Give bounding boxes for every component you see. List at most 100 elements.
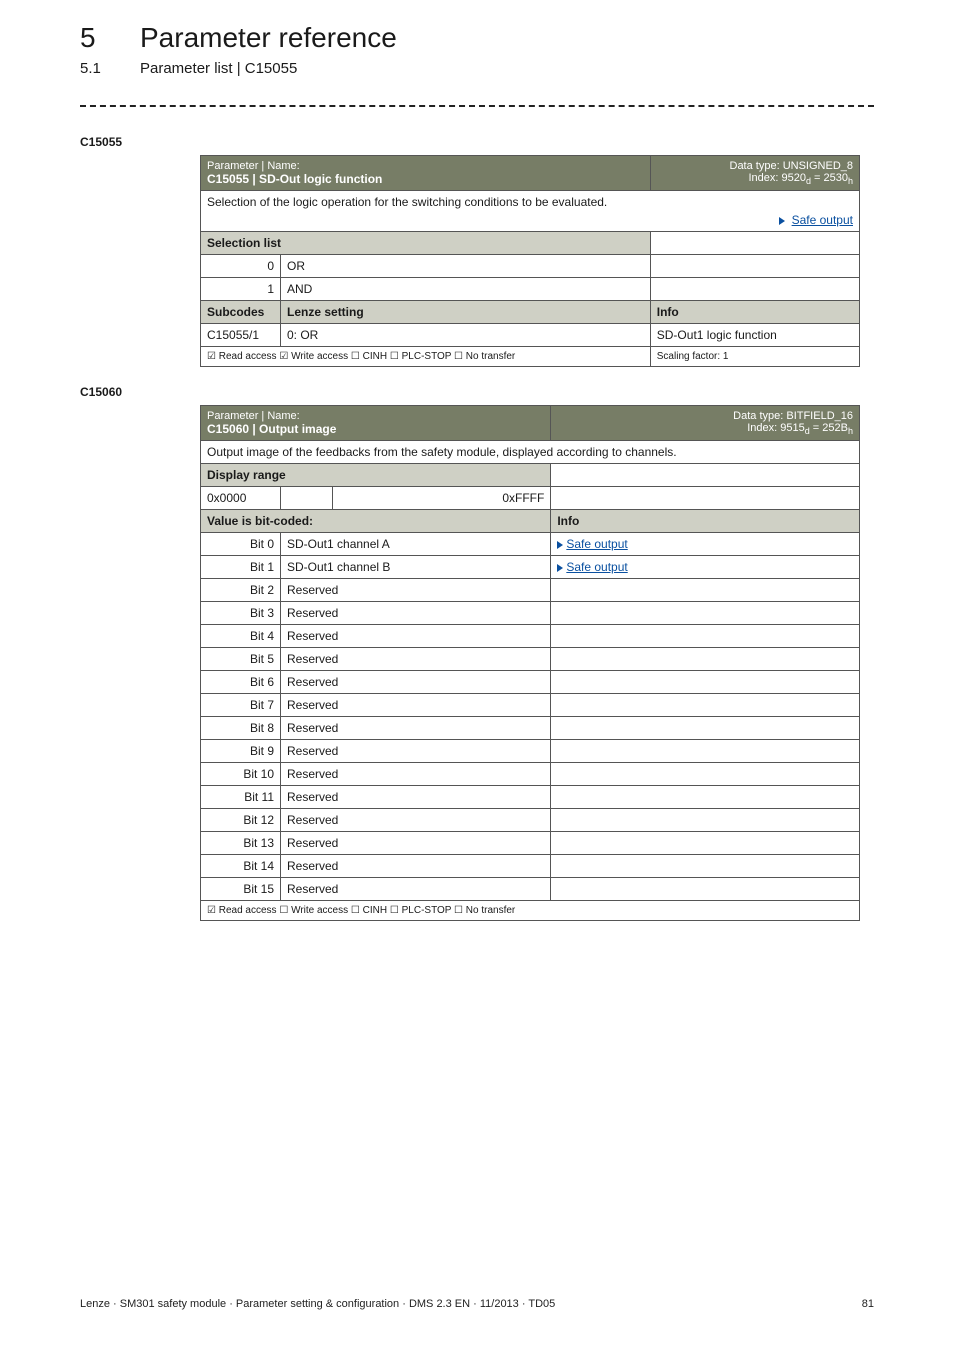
table-row: Bit 14Reserved xyxy=(201,855,860,878)
bit-info: Safe output xyxy=(551,556,860,579)
bit-info xyxy=(551,694,860,717)
sel-num: 0 xyxy=(201,255,281,278)
table-row: Bit 8Reserved xyxy=(201,717,860,740)
safe-output-link[interactable]: Safe output xyxy=(792,213,853,227)
bit-info xyxy=(551,625,860,648)
table-description: Selection of the logic operation for the… xyxy=(201,191,860,232)
bit-desc: SD-Out1 channel B xyxy=(281,556,551,579)
bit-info xyxy=(551,602,860,625)
bit-desc: Reserved xyxy=(281,809,551,832)
index-value: Index: 9520d = 2530h xyxy=(748,172,853,184)
table-row: 0 OR xyxy=(201,255,860,278)
bit-label: Bit 6 xyxy=(201,671,281,694)
bit-desc: Reserved xyxy=(281,579,551,602)
page-footer: Lenze · SM301 safety module · Parameter … xyxy=(0,1298,954,1310)
sel-val: AND xyxy=(281,278,651,301)
subcode: C15055/1 xyxy=(201,324,281,347)
empty-cell xyxy=(551,464,860,487)
range-max: 0xFFFF xyxy=(332,487,551,510)
scaling-factor: Scaling factor: 1 xyxy=(650,347,859,367)
bit-label: Bit 7 xyxy=(201,694,281,717)
bit-desc: Reserved xyxy=(281,855,551,878)
bit-info xyxy=(551,855,860,878)
table-header-left: Parameter | Name: C15055 | SD-Out logic … xyxy=(201,156,651,191)
bit-info xyxy=(551,786,860,809)
table-row: Bit 9Reserved xyxy=(201,740,860,763)
bit-label: Bit 1 xyxy=(201,556,281,579)
empty-cell xyxy=(281,487,333,510)
param-name-value: C15055 | SD-Out logic function xyxy=(207,172,382,186)
empty-cell xyxy=(551,487,860,510)
bit-desc: Reserved xyxy=(281,648,551,671)
subcodes-header: Subcodes xyxy=(201,301,281,324)
table-row: Bit 6Reserved xyxy=(201,671,860,694)
access-flags: ☑ Read access ☑ Write access ☐ CINH ☐ PL… xyxy=(201,347,651,367)
param-heading-c15060: C15060 xyxy=(80,385,874,399)
safe-output-link[interactable]: Safe output xyxy=(566,537,627,551)
bit-desc: Reserved xyxy=(281,602,551,625)
table-row: Bit 13Reserved xyxy=(201,832,860,855)
table-c15060: Parameter | Name: C15060 | Output image … xyxy=(200,405,860,921)
table-description: Output image of the feedbacks from the s… xyxy=(201,441,860,464)
triangle-icon xyxy=(779,217,785,225)
info-header: Info xyxy=(650,301,859,324)
empty-cell xyxy=(650,232,859,255)
triangle-icon xyxy=(557,541,563,549)
table-header-left: Parameter | Name: C15060 | Output image xyxy=(201,406,551,441)
divider-dashed xyxy=(80,105,874,107)
page-subheader: 5.1 Parameter list | C15055 xyxy=(80,54,874,77)
table-row: Bit 12Reserved xyxy=(201,809,860,832)
param-name-label: Parameter | Name: xyxy=(207,410,300,422)
sel-val: OR xyxy=(281,255,651,278)
bit-label: Bit 2 xyxy=(201,579,281,602)
lenze-setting: 0: OR xyxy=(281,324,651,347)
data-type: Data type: BITFIELD_16 xyxy=(733,410,853,422)
table-row: Bit 3Reserved xyxy=(201,602,860,625)
range-min: 0x0000 xyxy=(201,487,281,510)
bit-label: Bit 0 xyxy=(201,533,281,556)
lenze-setting-header: Lenze setting xyxy=(281,301,651,324)
bit-info xyxy=(551,717,860,740)
bit-desc: SD-Out1 channel A xyxy=(281,533,551,556)
table-row: Bit 10Reserved xyxy=(201,763,860,786)
info-header: Info xyxy=(551,510,860,533)
bit-desc: Reserved xyxy=(281,740,551,763)
param-name-label: Parameter | Name: xyxy=(207,160,300,172)
table-row: Bit 4Reserved xyxy=(201,625,860,648)
bit-info xyxy=(551,763,860,786)
table-c15055: Parameter | Name: C15055 | SD-Out logic … xyxy=(200,155,860,367)
table-row: Bit 15Reserved xyxy=(201,878,860,901)
table-row: Bit 7Reserved xyxy=(201,694,860,717)
sel-num: 1 xyxy=(201,278,281,301)
bit-desc: Reserved xyxy=(281,625,551,648)
bit-label: Bit 5 xyxy=(201,648,281,671)
param-name-value: C15060 | Output image xyxy=(207,422,336,436)
bit-label: Bit 3 xyxy=(201,602,281,625)
info-value: SD-Out1 logic function xyxy=(650,324,859,347)
bit-desc: Reserved xyxy=(281,786,551,809)
table-row: C15055/1 0: OR SD-Out1 logic function xyxy=(201,324,860,347)
section-number: 5 xyxy=(80,22,140,54)
bit-label: Bit 12 xyxy=(201,809,281,832)
bit-desc: Reserved xyxy=(281,694,551,717)
bit-info xyxy=(551,740,860,763)
bit-desc: Reserved xyxy=(281,832,551,855)
access-flags: ☑ Read access ☐ Write access ☐ CINH ☐ PL… xyxy=(201,901,860,921)
param-heading-c15055: C15055 xyxy=(80,135,874,149)
bitcoded-header: Value is bit-coded: xyxy=(201,510,551,533)
index-value: Index: 9515d = 252Bh xyxy=(747,422,853,434)
subsection-number: 5.1 xyxy=(80,60,140,77)
safe-output-link[interactable]: Safe output xyxy=(566,560,627,574)
table-row: Bit 5Reserved xyxy=(201,648,860,671)
table-row: Bit 2Reserved xyxy=(201,579,860,602)
bit-info xyxy=(551,648,860,671)
bit-info xyxy=(551,579,860,602)
bit-info xyxy=(551,809,860,832)
bit-label: Bit 13 xyxy=(201,832,281,855)
table-row: 1 AND xyxy=(201,278,860,301)
table-header-right: Data type: UNSIGNED_8 Index: 9520d = 253… xyxy=(650,156,859,191)
bit-label: Bit 10 xyxy=(201,763,281,786)
bit-label: Bit 11 xyxy=(201,786,281,809)
empty-cell xyxy=(650,278,859,301)
bit-info xyxy=(551,832,860,855)
